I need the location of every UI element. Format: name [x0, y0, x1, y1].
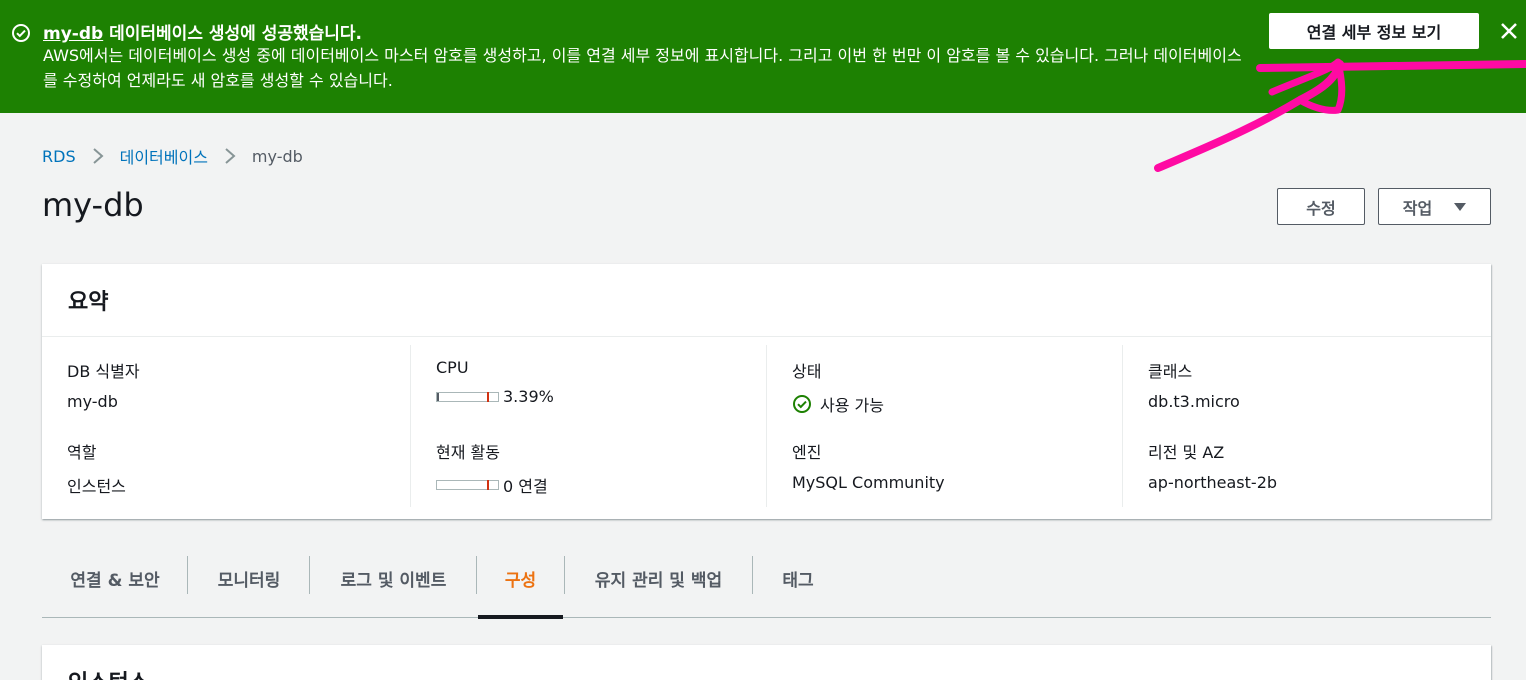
- engine-field: 엔진 MySQL Community: [792, 439, 945, 492]
- cpu-field: CPU 3.39%: [436, 358, 554, 406]
- chevron-right-icon: [92, 148, 104, 164]
- check-circle-icon: [793, 395, 811, 413]
- db-identifier-field: DB 식별자 my-db: [67, 358, 140, 411]
- tab-label: 유지 관리 및 백업: [594, 570, 723, 591]
- tab-divider: [564, 556, 565, 594]
- summary-column-status: 상태 사용 가능 엔진 MySQL Community: [766, 345, 1122, 507]
- status-label: 상태: [792, 362, 822, 381]
- tab-connectivity-security[interactable]: 연결 & 보안: [42, 554, 188, 602]
- cpu-label: CPU: [436, 358, 469, 377]
- region-az-value: ap-northeast-2b: [1148, 473, 1278, 492]
- activity-value[interactable]: 0 연결: [503, 473, 548, 497]
- status-value: 사용 가능: [820, 396, 884, 415]
- db-identifier-label: DB 식별자: [67, 362, 140, 381]
- tab-divider: [476, 556, 477, 594]
- tab-configuration[interactable]: 구성: [478, 554, 563, 619]
- tab-monitoring[interactable]: 모니터링: [188, 554, 310, 602]
- tab-label: 모니터링: [217, 570, 281, 591]
- class-field: 클래스 db.t3.micro: [1148, 358, 1240, 411]
- region-az-label: 리전 및 AZ: [1148, 443, 1225, 462]
- view-connection-details-button[interactable]: 연결 세부 정보 보기: [1269, 13, 1479, 49]
- region-az-field: 리전 및 AZ ap-northeast-2b: [1148, 439, 1277, 492]
- success-flashbar: my-db 데이터베이스 생성에 성공했습니다. AWS에서는 데이터베이스 생…: [0, 0, 1526, 113]
- tab-tags[interactable]: 태그: [753, 554, 843, 602]
- edit-button[interactable]: 수정: [1277, 188, 1365, 225]
- activity-meter-threshold: [487, 480, 489, 490]
- activity-value-row: 0 연결: [436, 473, 548, 497]
- flash-title-text: 데이터베이스 생성에 성공했습니다.: [103, 24, 363, 44]
- cpu-meter-threshold: [487, 391, 489, 402]
- tab-label: 구성: [504, 570, 537, 591]
- summary-title: 요약: [42, 264, 1491, 337]
- caret-down-icon: [1454, 202, 1467, 211]
- summary-column-class: 클래스 db.t3.micro 리전 및 AZ ap-northeast-2b: [1122, 345, 1491, 507]
- chevron-right-icon: [225, 148, 236, 164]
- tab-maintenance-backups[interactable]: 유지 관리 및 백업: [564, 554, 753, 602]
- summary-columns: DB 식별자 my-db 역할 인스턴스 CPU 3.39% 현재 활동 0 연…: [42, 337, 1491, 519]
- role-label: 역할: [67, 443, 97, 462]
- class-label: 클래스: [1148, 362, 1193, 381]
- cpu-value-row: 3.39%: [436, 387, 554, 406]
- activity-label: 현재 활동: [436, 443, 500, 462]
- breadcrumb-databases[interactable]: 데이터베이스: [120, 144, 208, 168]
- summary-column-usage: CPU 3.39% 현재 활동 0 연결: [410, 345, 766, 507]
- status-field: 상태 사용 가능: [792, 358, 884, 416]
- tab-label: 연결 & 보안: [70, 570, 160, 591]
- instance-panel: 인스턴스: [42, 645, 1491, 680]
- db-identifier-value: my-db: [67, 392, 118, 411]
- role-field: 역할 인스턴스: [67, 439, 126, 497]
- success-icon: [12, 24, 30, 42]
- breadcrumb-current: my-db: [251, 146, 303, 166]
- flash-title: my-db 데이터베이스 생성에 성공했습니다.: [43, 19, 362, 44]
- detail-tabs: 연결 & 보안 모니터링 로그 및 이벤트 구성 유지 관리 및 백업 태그: [42, 554, 1491, 619]
- page-title: my-db: [42, 186, 144, 224]
- summary-panel: 요약 DB 식별자 my-db 역할 인스턴스 CPU 3.39% 현재 활동: [42, 264, 1491, 519]
- cpu-value: 3.39%: [503, 387, 554, 406]
- summary-column-identity: DB 식별자 my-db 역할 인스턴스: [42, 345, 410, 507]
- class-value: db.t3.micro: [1148, 392, 1240, 411]
- cpu-meter: [436, 391, 499, 402]
- tab-label: 태그: [782, 570, 814, 591]
- engine-value: MySQL Community: [792, 473, 945, 492]
- breadcrumb-rds[interactable]: RDS: [42, 147, 76, 166]
- status-value-row: 사용 가능: [792, 392, 884, 416]
- breadcrumb: RDS 데이터베이스 my-db: [42, 144, 303, 168]
- close-icon[interactable]: [1498, 20, 1520, 42]
- tab-label: 로그 및 이벤트: [340, 570, 447, 591]
- actions-dropdown-button[interactable]: 작업: [1378, 188, 1491, 225]
- role-value: 인스턴스: [67, 477, 126, 496]
- actions-button-label: 작업: [1402, 198, 1433, 218]
- flash-message: AWS에서는 데이터베이스 생성 중에 데이터베이스 마스터 암호를 생성하고,…: [43, 46, 1242, 90]
- flash-db-link[interactable]: my-db: [43, 24, 103, 44]
- engine-label: 엔진: [792, 443, 822, 462]
- tab-logs-events[interactable]: 로그 및 이벤트: [310, 554, 477, 602]
- activity-meter: [436, 480, 499, 490]
- instance-title: 인스턴스: [68, 665, 149, 680]
- cpu-meter-fill: [437, 392, 440, 401]
- activity-field: 현재 활동 0 연결: [436, 439, 548, 497]
